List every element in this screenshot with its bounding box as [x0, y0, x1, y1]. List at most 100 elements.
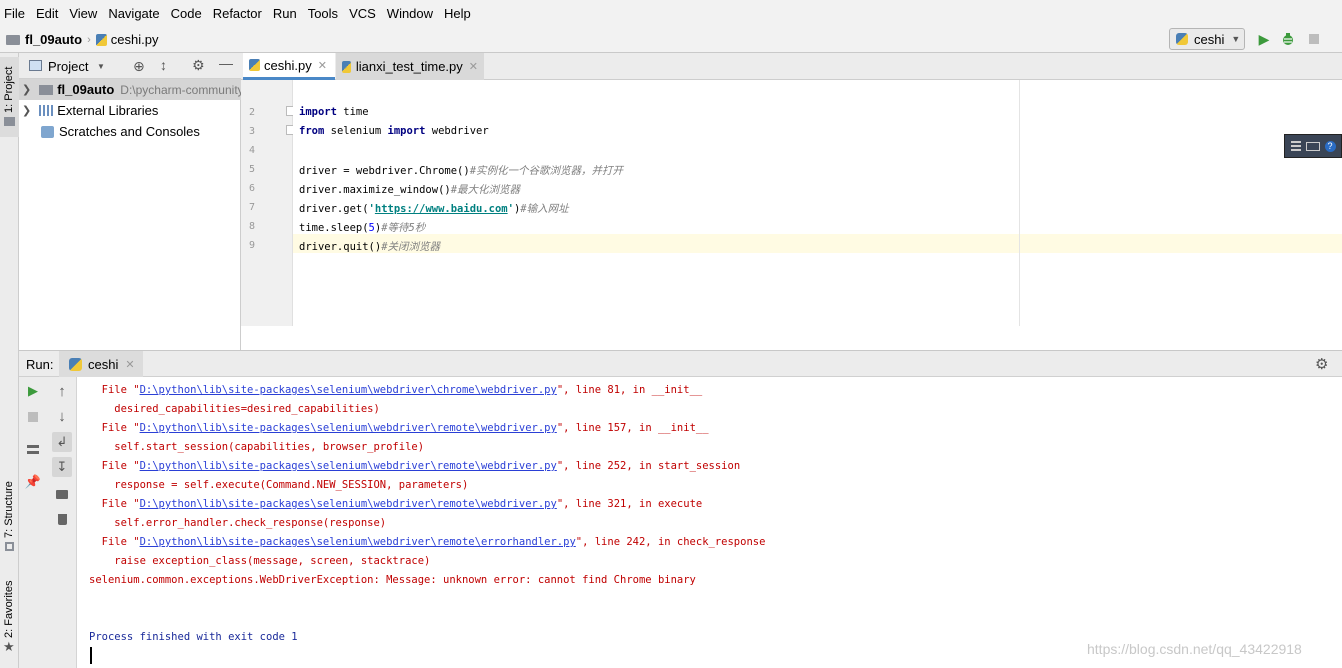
arrow-up-icon[interactable]: ↑	[52, 381, 72, 401]
menu-edit[interactable]: Edit	[36, 6, 58, 21]
tree-root-name: fl_09auto	[57, 82, 115, 97]
chevron-down-icon[interactable]: ▼	[97, 62, 105, 71]
console-output[interactable]: File "D:\python\lib\site-packages\seleni…	[77, 377, 1342, 668]
line-number: 5	[248, 164, 255, 175]
menu-tools[interactable]: Tools	[308, 6, 338, 21]
menu-code[interactable]: Code	[171, 6, 202, 21]
breadcrumb-project[interactable]: fl_09auto	[25, 32, 82, 47]
console-line: File "D:\python\lib\site-packages\seleni…	[89, 422, 709, 434]
traceback-link[interactable]: D:\python\lib\site-packages\selenium\web…	[140, 536, 576, 548]
close-icon[interactable]: ✕	[125, 358, 134, 371]
stop-icon[interactable]	[24, 408, 42, 426]
project-view-selector[interactable]: Project	[48, 59, 88, 74]
code-line-8: time.sleep(5)#等待5秒	[299, 222, 426, 234]
menu-help[interactable]: Help	[444, 6, 471, 21]
keyboard-icon[interactable]	[1305, 141, 1320, 151]
chevron-right-icon[interactable]: ❯	[22, 104, 31, 117]
code-line-5: driver = webdriver.Chrome()#实例化一个谷歌浏览器，并…	[299, 165, 624, 177]
python-icon	[69, 357, 82, 371]
gear-icon[interactable]: ⚙	[192, 57, 205, 74]
scroll-to-end-icon[interactable]: ↧	[52, 457, 72, 477]
run-icon[interactable]: ▶	[1255, 30, 1273, 48]
console-line: self.start_session(capabilities, browser…	[89, 441, 425, 453]
line-number: 9	[248, 240, 255, 251]
python-file-icon	[342, 60, 351, 73]
menu-run[interactable]: Run	[273, 6, 297, 21]
print-icon[interactable]	[52, 484, 72, 504]
line-number: 7	[248, 202, 255, 213]
editor-bottom-filler	[241, 326, 1342, 350]
traceback-link[interactable]: D:\python\lib\site-packages\selenium\web…	[140, 422, 557, 434]
menu-file[interactable]: File	[4, 6, 25, 21]
tree-item-scratches[interactable]: Scratches and Consoles	[19, 121, 200, 142]
help-icon[interactable]: ?	[1324, 140, 1336, 152]
traceback-link[interactable]: D:\python\lib\site-packages\selenium\web…	[140, 384, 557, 396]
pin-icon[interactable]: 📌	[24, 473, 42, 491]
code-line-9: driver.quit()#关闭浏览器	[299, 241, 441, 253]
gear-icon[interactable]: ⚙	[1315, 355, 1328, 373]
console-line: desired_capabilities=desired_capabilitie…	[89, 403, 380, 415]
collapse-icon[interactable]: ↕	[160, 57, 167, 73]
run-config-selector[interactable]: ceshi ▼	[1169, 28, 1245, 50]
console-line: File "D:\python\lib\site-packages\seleni…	[89, 536, 766, 548]
current-line-highlight	[293, 234, 1342, 253]
chevron-right-icon: ›	[87, 33, 91, 46]
close-icon[interactable]: ✕	[469, 60, 478, 73]
chevron-right-icon[interactable]: ❯	[22, 83, 31, 96]
console-line: File "D:\python\lib\site-packages\seleni…	[89, 498, 703, 510]
tab-lianxi-test-time[interactable]: lianxi_test_time.py ✕	[336, 53, 484, 80]
python-icon	[1176, 33, 1188, 45]
traceback-link[interactable]: D:\python\lib\site-packages\selenium\web…	[140, 460, 557, 472]
python-file-icon	[95, 33, 107, 46]
console-line: File "D:\python\lib\site-packages\seleni…	[89, 460, 741, 472]
close-icon[interactable]: ✕	[318, 59, 327, 72]
arrow-down-icon[interactable]: ↓	[52, 406, 72, 426]
console-line: self.error_handler.check_response(respon…	[89, 517, 387, 529]
folder-icon	[39, 84, 54, 95]
code-line-6: driver.maximize_window()#最大化浏览器	[299, 184, 521, 196]
console-line: raise exception_class(message, screen, s…	[89, 555, 431, 567]
soft-wrap-icon[interactable]: ↲	[52, 432, 72, 452]
favorites-tool-tab[interactable]: 2: Favorites	[3, 581, 15, 638]
run-tab-ceshi[interactable]: ceshi ✕	[59, 351, 143, 377]
structure-tool-tab[interactable]: 7: Structure	[3, 481, 15, 538]
run-config-name: ceshi	[1194, 31, 1225, 47]
menu-refactor[interactable]: Refactor	[213, 6, 262, 21]
editor-tab-bar: ceshi.py ✕ lianxi_test_time.py ✕	[241, 53, 1342, 80]
debug-icon[interactable]	[1279, 30, 1297, 48]
floating-ime-toolbar[interactable]: ?	[1284, 134, 1342, 158]
menu-vcs[interactable]: VCS	[349, 6, 376, 21]
menu-window[interactable]: Window	[387, 6, 433, 21]
rerun-icon[interactable]: ▶	[24, 382, 42, 400]
line-number: 2	[248, 107, 255, 118]
breadcrumb-file[interactable]: ceshi.py	[111, 32, 159, 47]
tree-item-label: External Libraries	[57, 103, 159, 118]
grid-icon[interactable]	[1290, 141, 1301, 151]
line-number: 6	[248, 183, 255, 194]
menu-view[interactable]: View	[69, 6, 97, 21]
layout-icon[interactable]	[24, 440, 42, 458]
trash-icon[interactable]	[52, 509, 72, 529]
folder-icon	[4, 117, 15, 126]
scratches-icon	[41, 125, 54, 138]
run-toolbar: ▶ 📌 ↑ ↓ ↲ ↧	[19, 377, 77, 668]
star-icon: ★	[3, 639, 15, 654]
hide-icon[interactable]: —	[219, 55, 233, 71]
tab-label: ceshi.py	[264, 57, 312, 73]
traceback-link[interactable]: D:\python\lib\site-packages\selenium\web…	[140, 498, 557, 510]
tab-ceshi[interactable]: ceshi.py ✕	[243, 53, 335, 80]
stop-icon[interactable]	[1305, 30, 1323, 48]
tree-item-external-libraries[interactable]: ❯ External Libraries	[19, 100, 158, 121]
editor-gutter: 2 3 4 5 6 7 8 9	[241, 80, 294, 326]
console-line: response = self.execute(Command.NEW_SESS…	[89, 479, 469, 491]
right-margin-guide	[1019, 80, 1020, 326]
locate-icon[interactable]: ⊕	[133, 58, 145, 75]
python-file-icon	[249, 59, 260, 71]
menu-bar: File Edit View Navigate Code Refactor Ru…	[0, 0, 1342, 27]
code-editor[interactable]: import time from selenium import webdriv…	[293, 80, 1342, 326]
menu-navigate[interactable]: Navigate	[108, 6, 159, 21]
tree-item-label: Scratches and Consoles	[59, 124, 200, 139]
run-panel-header: Run: ceshi ✕ ⚙	[19, 350, 1342, 377]
text-cursor	[90, 647, 92, 664]
run-tab-label: ceshi	[88, 356, 119, 372]
